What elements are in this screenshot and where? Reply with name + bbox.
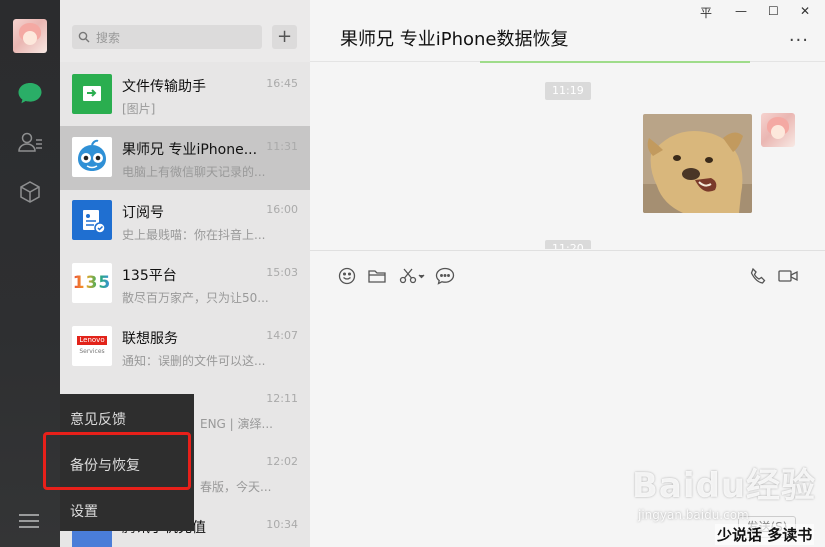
guoshixiong-avatar (72, 137, 112, 177)
conversation-preview: 散尽百万家产，只为让50... (122, 291, 269, 305)
lenovo-logo-top: Lenovo (77, 336, 107, 345)
voice-call-icon[interactable] (747, 265, 769, 287)
user-avatar[interactable] (13, 19, 47, 53)
video-call-icon[interactable] (777, 265, 799, 287)
time-stamp: 11:20 (545, 240, 591, 249)
folder-icon[interactable] (366, 265, 388, 287)
conversation-time: 16:00 (266, 203, 298, 216)
menu-item-settings[interactable]: 设置 (70, 501, 98, 521)
conversation-preview: [图片] (122, 102, 156, 116)
chat-title: 果师兄 专业iPhone数据恢复 (340, 29, 569, 50)
search-row: 搜索 + (60, 0, 310, 62)
chat-history-icon[interactable] (434, 265, 456, 287)
lenovo-logo: Lenovo Services (72, 326, 112, 366)
screenshot-scissors-icon[interactable] (398, 265, 428, 287)
cube-icon[interactable] (15, 177, 45, 207)
close-icon[interactable]: ✕ (800, 4, 810, 18)
conversation-time: 11:31 (266, 140, 298, 153)
search-placeholder: 搜索 (96, 30, 121, 45)
add-button[interactable]: + (272, 25, 297, 49)
conversation-item[interactable]: 订阅号 16:00 史上最贱喵：你在抖音上... (60, 189, 310, 253)
conversation-item[interactable]: 文件传输助手 16:45 [图片] (60, 63, 310, 127)
conversation-item[interactable]: Lenovo Services 联想服务 14:07 通知：误删的文件可以这..… (60, 315, 310, 379)
file-transfer-icon (72, 74, 112, 114)
conversation-time: 16:45 (266, 77, 298, 90)
emoji-icon[interactable] (336, 265, 358, 287)
contacts-icon[interactable] (15, 127, 45, 157)
conversation-name: 订阅号 (122, 205, 164, 221)
conversation-name: 果师兄 专业iPhone... (122, 142, 258, 158)
jingyan-watermark: jingyan.baidu.com (638, 508, 749, 522)
conversation-preview: ENG | 演绎... (200, 417, 273, 431)
conversation-item-active[interactable]: 果师兄 专业iPhone... 11:31 电脑上有微信聊天记录的... (60, 126, 310, 190)
dog-image-message[interactable] (643, 114, 752, 213)
highlight-box (43, 432, 191, 490)
conversation-item[interactable]: 135 135平台 15:03 散尽百万家产，只为让50... (60, 252, 310, 316)
lenovo-logo-bottom: Services (79, 348, 105, 355)
maximize-icon[interactable]: ☐ (768, 4, 779, 18)
chat-icon[interactable] (15, 78, 45, 108)
logo-135-text: 135 (72, 273, 112, 293)
conversation-name: 135平台 (122, 268, 177, 284)
search-icon (78, 31, 90, 43)
minimize-icon[interactable]: — (735, 4, 747, 18)
platform-135-logo: 135 (72, 263, 112, 303)
chat-header: 果师兄 专业iPhone数据恢复 平 — ☐ ✕ ··· (310, 0, 825, 62)
conversation-preview: 春版，今天... (200, 480, 272, 494)
conversation-time: 10:34 (266, 518, 298, 531)
baidu-watermark: Baidu经验 (632, 466, 817, 506)
message-area: 11:19 11:20 (310, 63, 825, 249)
subscription-icon (72, 200, 112, 240)
sender-avatar[interactable] (761, 113, 795, 147)
slogan-watermark: 少说话 多读书 (715, 524, 815, 545)
more-options-icon[interactable]: ··· (789, 30, 809, 51)
search-input[interactable]: 搜索 (72, 25, 262, 49)
conversation-time: 14:07 (266, 329, 298, 342)
conversation-preview: 史上最贱喵：你在抖音上... (122, 228, 266, 242)
conversation-time: 12:11 (266, 392, 298, 405)
menu-item-feedback[interactable]: 意见反馈 (70, 409, 126, 429)
conversation-name: 文件传输助手 (122, 79, 206, 95)
time-stamp: 11:19 (545, 82, 591, 100)
conversation-preview: 电脑上有微信聊天记录的... (122, 165, 266, 179)
pin-icon[interactable]: 平 (700, 4, 712, 21)
conversation-name: 联想服务 (122, 331, 178, 347)
conversation-time: 15:03 (266, 266, 298, 279)
conversation-time: 12:02 (266, 455, 298, 468)
conversation-preview: 通知：误删的文件可以这... (122, 354, 266, 368)
menu-icon[interactable] (19, 514, 39, 532)
